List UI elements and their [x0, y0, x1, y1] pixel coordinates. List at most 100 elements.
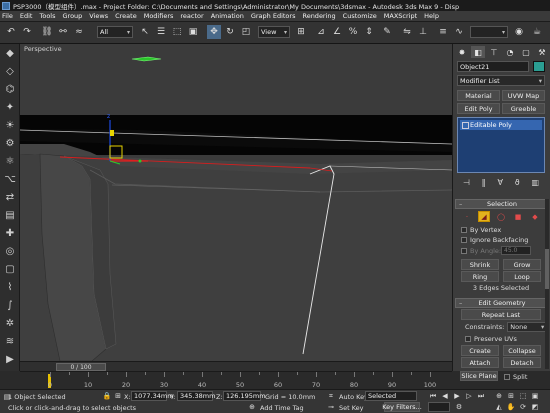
create-button[interactable]: Create: [461, 345, 499, 356]
uvw-map-button[interactable]: UVW Map: [502, 90, 545, 101]
by-angle-checkbox[interactable]: By Angle:: [461, 246, 501, 255]
select-and-rotate-icon[interactable]: ↻: [223, 25, 237, 39]
edit-geometry-rollout-header[interactable]: Edit Geometry: [455, 298, 549, 308]
menu-create[interactable]: Create: [115, 12, 137, 20]
undo-icon[interactable]: ↶: [4, 25, 18, 39]
rope-icon[interactable]: ∫: [3, 298, 17, 312]
border-icon[interactable]: ◯: [495, 211, 507, 222]
collapse-button[interactable]: Collapse: [503, 345, 541, 356]
menu-views[interactable]: Views: [89, 12, 108, 20]
object-color-swatch[interactable]: [533, 61, 545, 72]
zoom-all-icon[interactable]: ⊞: [506, 391, 516, 401]
time-slider-track[interactable]: 0 / 100: [20, 361, 452, 371]
previous-frame-icon[interactable]: ◀: [440, 391, 450, 401]
add-time-tag[interactable]: Add Time Tag: [260, 404, 304, 412]
reference-coordinate-dropdown[interactable]: View: [258, 26, 290, 38]
material-editor-icon[interactable]: ◉: [512, 25, 526, 39]
percent-snap-icon[interactable]: %: [346, 25, 360, 39]
preserve-uvs-checkbox[interactable]: Preserve UVs: [465, 334, 517, 343]
render-icon[interactable]: ☕: [530, 25, 544, 39]
ring-button[interactable]: Ring: [461, 271, 499, 282]
slice-plane-button[interactable]: Slice Plane: [460, 371, 498, 381]
helpers-icon[interactable]: ✦: [3, 100, 17, 114]
ignore-backfacing-checkbox[interactable]: Ignore Backfacing: [461, 235, 528, 244]
mirror-icon[interactable]: ⇋: [400, 25, 414, 39]
zoom-icon[interactable]: ⊕: [494, 391, 504, 401]
selection-rollout-header[interactable]: Selection: [455, 199, 549, 209]
by-vertex-checkbox[interactable]: By Vertex: [461, 225, 501, 234]
polygon-icon[interactable]: ■: [512, 211, 524, 222]
repeat-last-button[interactable]: Repeat Last: [461, 309, 541, 320]
show-end-result-icon[interactable]: ‖: [482, 178, 486, 187]
by-angle-spinner[interactable]: 45.0: [501, 246, 531, 255]
curve-editor-icon[interactable]: ∿: [452, 25, 466, 39]
remove-modifier-icon[interactable]: ϑ: [515, 178, 520, 187]
menu-help[interactable]: Help: [424, 12, 439, 20]
rigid-body-icon[interactable]: ▢: [3, 262, 17, 276]
layer-manager-icon[interactable]: ≡: [436, 25, 450, 39]
time-tag-icon[interactable]: ⊕: [247, 402, 257, 412]
grow-button[interactable]: Grow: [503, 259, 541, 270]
create-icon[interactable]: ◆: [3, 46, 17, 60]
modify-tab-icon[interactable]: ◧: [471, 46, 485, 58]
modifier-list-dropdown[interactable]: Modifier List: [457, 75, 545, 86]
cameras-icon[interactable]: ⌬: [3, 82, 17, 96]
edge-icon[interactable]: ◢: [478, 211, 490, 222]
auto-key-button[interactable]: Auto Key: [339, 393, 368, 401]
shapes-icon[interactable]: ◇: [3, 64, 17, 78]
reactor-icon[interactable]: ◎: [3, 244, 17, 258]
set-key-icon[interactable]: ⊸: [326, 402, 336, 412]
object-name-field[interactable]: Object21: [457, 61, 529, 72]
material-button[interactable]: Material: [457, 90, 500, 101]
align-icon[interactable]: ⊥: [416, 25, 430, 39]
preview-icon[interactable]: ▶: [3, 352, 17, 366]
go-to-start-icon[interactable]: ⏮: [428, 391, 438, 401]
time-slider[interactable]: 0 / 100: [56, 363, 106, 371]
named-selection-sets-dropdown[interactable]: [470, 26, 508, 38]
hierarchy-icon[interactable]: ⌥: [3, 172, 17, 186]
display-tab-icon[interactable]: ▢: [519, 46, 533, 58]
pin-stack-icon[interactable]: ⊣: [463, 178, 470, 187]
utilities-icon[interactable]: ✚: [3, 226, 17, 240]
menu-group[interactable]: Group: [63, 12, 83, 20]
select-by-name-icon[interactable]: ☰: [154, 25, 168, 39]
menu-reactor[interactable]: reactor: [180, 12, 203, 20]
perspective-viewport[interactable]: Perspective z: [20, 44, 452, 361]
key-set-dropdown[interactable]: Selected: [365, 391, 417, 401]
unlink-icon[interactable]: ⚯: [56, 25, 70, 39]
lock-selection-icon[interactable]: 🔒: [102, 391, 112, 401]
field-of-view-icon[interactable]: ◭: [494, 402, 504, 412]
named-selection-icon[interactable]: ✎: [380, 25, 394, 39]
maximize-viewport-icon[interactable]: ◩: [530, 402, 540, 412]
menu-customize[interactable]: Customize: [343, 12, 377, 20]
selection-filter-dropdown[interactable]: All: [97, 26, 133, 38]
x-coordinate-field[interactable]: 1077.34mm: [131, 391, 174, 401]
z-coordinate-field[interactable]: 126.195mm: [223, 391, 266, 401]
make-unique-icon[interactable]: ∀: [497, 178, 502, 187]
lights-icon[interactable]: ☀: [3, 118, 17, 132]
y-coordinate-field[interactable]: 345.38mm: [177, 391, 215, 401]
viewport-label[interactable]: Perspective: [24, 45, 62, 53]
motion-tab-icon[interactable]: ◔: [503, 46, 517, 58]
utilities-tab-icon[interactable]: ⚒: [535, 46, 549, 58]
zoom-extents-all-icon[interactable]: ▣: [530, 391, 540, 401]
rectangular-selection-icon[interactable]: ⬚: [170, 25, 184, 39]
time-config-icon[interactable]: ⚙: [454, 402, 464, 412]
motion-icon[interactable]: ⇄: [3, 190, 17, 204]
menu-edit[interactable]: Edit: [20, 12, 33, 20]
display-icon[interactable]: ▤: [3, 208, 17, 222]
command-panel-scrollbar[interactable]: [545, 199, 549, 369]
scrollbar-thumb[interactable]: [545, 249, 549, 289]
menu-modifiers[interactable]: Modifiers: [144, 12, 174, 20]
loop-button[interactable]: Loop: [503, 271, 541, 282]
go-to-end-icon[interactable]: ⏭: [476, 391, 486, 401]
split-checkbox[interactable]: Split: [504, 372, 527, 381]
greeble-button[interactable]: Greeble: [502, 103, 545, 114]
stack-item-editable-poly[interactable]: Editable Poly: [460, 120, 542, 130]
angle-snap-icon[interactable]: ∠: [330, 25, 344, 39]
cloth-icon[interactable]: ⌇: [3, 280, 17, 294]
key-mode-icon[interactable]: ⌗: [326, 391, 336, 401]
configure-sets-icon[interactable]: ▥: [531, 178, 539, 187]
link-icon[interactable]: ⛓: [40, 25, 54, 39]
bind-space-warp-icon[interactable]: ≈: [72, 25, 86, 39]
